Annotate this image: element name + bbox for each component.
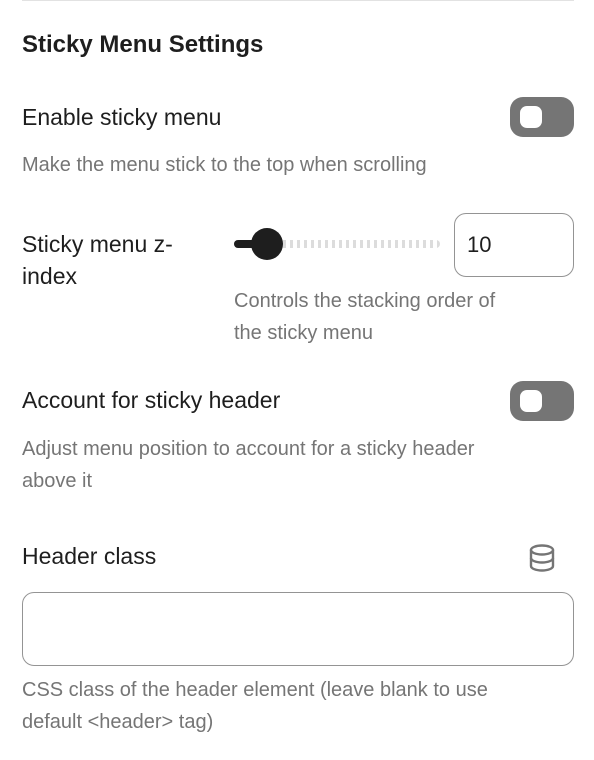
top-divider [22,0,574,1]
database-icon[interactable] [526,542,558,574]
z-index-label-line1: Sticky menu z- [22,231,173,257]
z-index-help-line1: Controls the stacking order of [234,290,496,312]
z-index-label-line2: index [22,263,77,289]
account-sticky-header-help-line2: above it [22,470,93,492]
header-class-label: Header class [22,543,157,569]
header-class-help-line2: default <header> tag) [22,711,214,733]
z-index-slider[interactable] [234,228,440,260]
slider-thumb[interactable] [251,228,283,260]
account-sticky-header-toggle[interactable] [510,381,574,421]
section-title: Sticky Menu Settings [22,31,264,58]
enable-sticky-menu-toggle[interactable] [510,97,574,137]
header-class-input[interactable] [22,592,574,666]
toggle-knob [520,390,542,412]
enable-sticky-menu-label: Enable sticky menu [22,104,222,130]
z-index-number-input[interactable] [454,213,574,277]
header-class-help-line1: CSS class of the header element (leave b… [22,679,488,701]
enable-sticky-menu-help: Make the menu stick to the top when scro… [22,154,427,176]
account-sticky-header-label: Account for sticky header [22,387,281,413]
toggle-knob [520,106,542,128]
account-sticky-header-help-line1: Adjust menu position to account for a st… [22,438,475,460]
z-index-help-line2: the sticky menu [234,322,373,344]
